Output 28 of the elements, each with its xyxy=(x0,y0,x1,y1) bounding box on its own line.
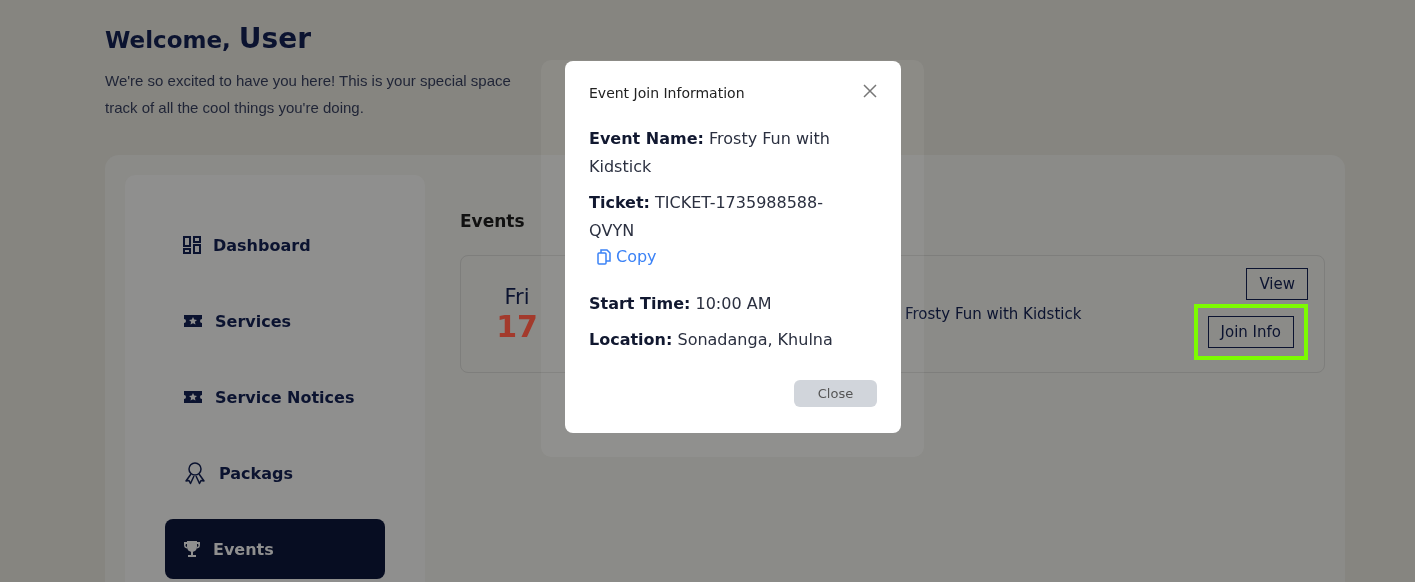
sidebar-item[interactable]: Packags xyxy=(165,443,385,503)
section-heading: Events xyxy=(460,211,525,231)
close-button[interactable]: Close xyxy=(794,380,877,407)
ticket-icon xyxy=(183,389,203,405)
event-weekday: Fri xyxy=(504,284,530,309)
award-icon xyxy=(183,461,207,485)
sidebar-item[interactable]: Services xyxy=(165,291,385,351)
welcome-text: We're so excited to have you here! This is your special space xyxy=(105,71,511,91)
event-day: 17 xyxy=(496,308,538,344)
join-info-button[interactable]: Join Info xyxy=(1207,316,1294,348)
view-button[interactable]: View xyxy=(1246,268,1308,300)
event-title: Frosty Fun with Kidstick xyxy=(905,305,1083,323)
welcome-text: track of all the cool things you're doing. xyxy=(105,98,364,118)
close-icon[interactable] xyxy=(863,84,877,98)
sidebar-item[interactable]: Dashboard xyxy=(165,215,385,275)
sidebar-item[interactable]: Events xyxy=(165,519,385,579)
info-line: Event Name: Frosty Fun with Kidstick xyxy=(589,128,831,178)
dialog-title: Event Join Information xyxy=(589,85,745,101)
ticket-icon xyxy=(183,313,203,329)
dashboard-icon xyxy=(183,236,201,254)
trophy-icon xyxy=(183,540,201,558)
copy-icon xyxy=(597,248,611,265)
info-line: Ticket: TICKET-1735988588-QVYN xyxy=(589,192,824,242)
info-line: Start Time: 10:00 AM xyxy=(589,293,773,315)
sidebar-item[interactable]: Service Notices xyxy=(165,367,385,427)
welcome-heading: Welcome, User xyxy=(105,22,312,55)
info-line: Location: Sonadanga, Khulna xyxy=(589,329,834,351)
copy-button[interactable]: Copy xyxy=(589,247,665,266)
